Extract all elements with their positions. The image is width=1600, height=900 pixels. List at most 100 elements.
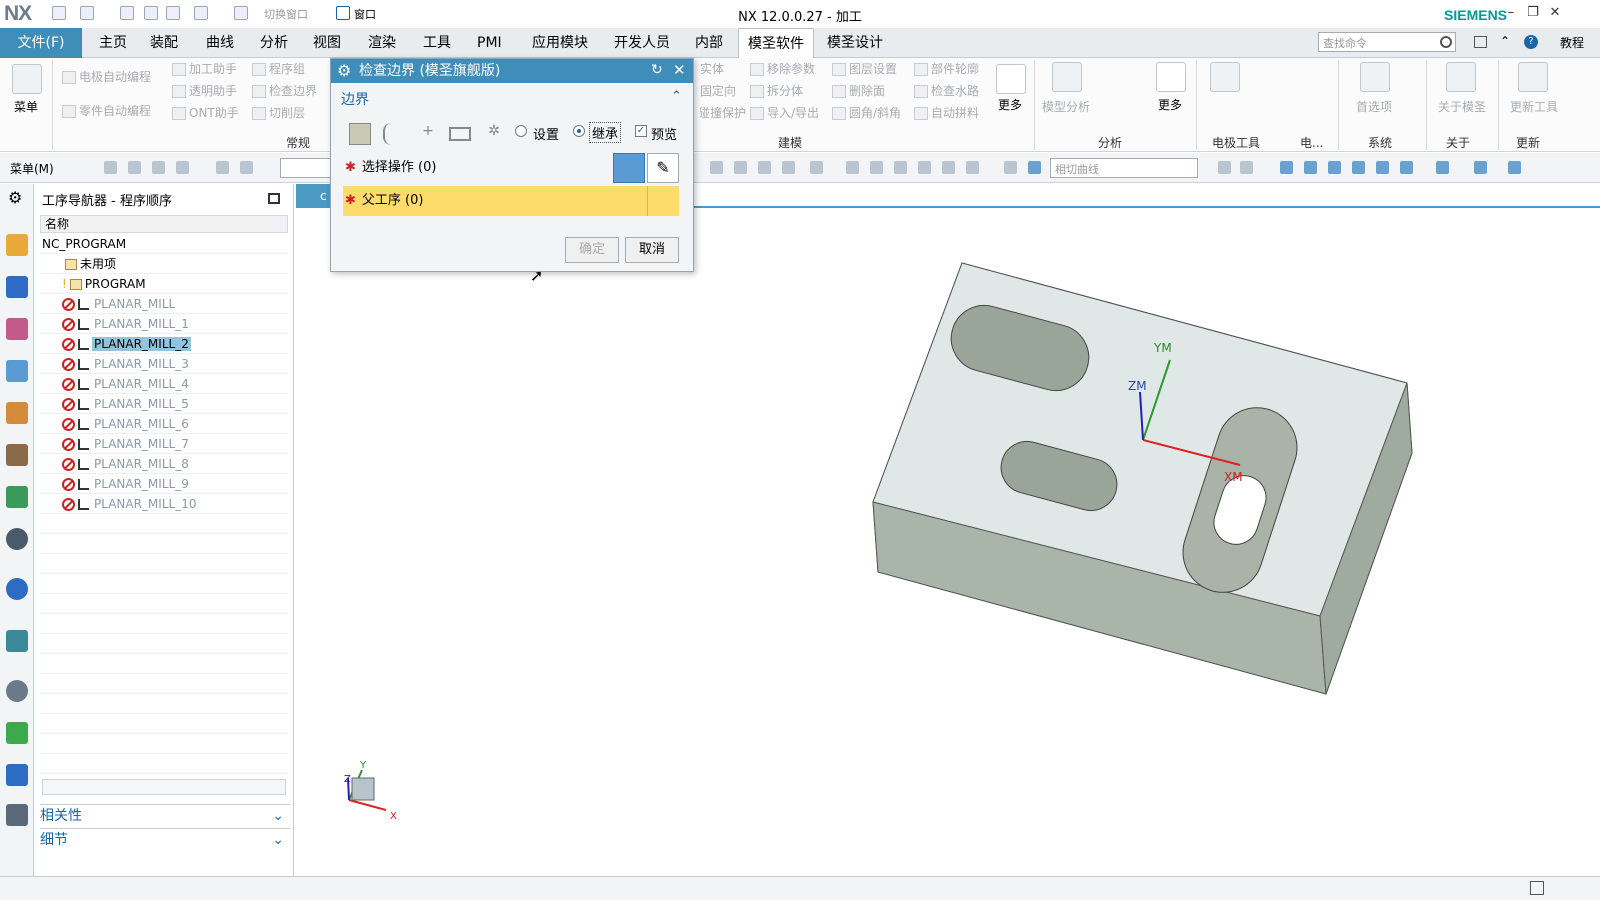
remove-params-button[interactable]: 移除参数: [750, 60, 815, 78]
operation-row[interactable]: PLANAR_MILL_10: [40, 494, 288, 514]
web-browser-icon[interactable]: [6, 630, 28, 652]
horizontal-scrollbar[interactable]: [42, 779, 286, 795]
tab-pmi[interactable]: PMI: [468, 28, 511, 58]
view-icon[interactable]: [1400, 161, 1413, 174]
delete-face-button[interactable]: 删除面: [832, 82, 885, 100]
command-search-input[interactable]: 查找命令: [1318, 32, 1456, 52]
details-panel[interactable]: 细节 ⌄: [40, 828, 290, 850]
update-tool-icon[interactable]: [1518, 62, 1548, 92]
solid-icon[interactable]: [349, 123, 371, 145]
radio-inherit[interactable]: [573, 125, 585, 137]
split-body-button[interactable]: 拆分体: [750, 82, 803, 100]
operation-navigator-icon[interactable]: [6, 360, 28, 382]
process-studio-icon[interactable]: [6, 764, 28, 786]
machine-tool-navigator-icon[interactable]: [6, 402, 28, 424]
check-boundary-button[interactable]: 检查边界: [252, 82, 317, 100]
points-icon[interactable]: +: [417, 123, 439, 145]
operation-row[interactable]: PLANAR_MILL_5: [40, 394, 288, 414]
operation-row[interactable]: PLANAR_MILL_4: [40, 374, 288, 394]
chevron-down-icon[interactable]: ⌄: [272, 805, 284, 827]
transparent-helper-button[interactable]: 透明助手: [172, 82, 237, 100]
update-tool-button[interactable]: 更新工具: [1510, 98, 1558, 115]
reset-icon[interactable]: ↻: [651, 62, 663, 78]
collapse-icon[interactable]: ⌃: [671, 89, 682, 104]
machining-feature-icon[interactable]: [6, 444, 28, 466]
layer-icon[interactable]: [1474, 161, 1487, 174]
close-icon[interactable]: ✕: [673, 61, 686, 79]
select-operation-button[interactable]: [613, 153, 645, 183]
snap-point-icon[interactable]: [846, 161, 859, 174]
cancel-button[interactable]: 取消: [625, 237, 679, 263]
lasso-icon[interactable]: [966, 161, 979, 174]
snap-end-icon[interactable]: [870, 161, 883, 174]
collision-protect-button[interactable]: 碰撞保护: [700, 104, 746, 122]
assembly-navigator-icon[interactable]: [6, 234, 28, 256]
preview-checkbox[interactable]: ✓: [635, 125, 647, 137]
operation-row[interactable]: PLANAR_MILL_8: [40, 454, 288, 474]
restore-icon[interactable]: ❐: [1526, 6, 1540, 20]
ok-button[interactable]: 确定: [565, 237, 619, 263]
preferences-button[interactable]: 首选项: [1356, 98, 1392, 115]
fit-view-icon[interactable]: [1280, 161, 1293, 174]
more-modeling-icon[interactable]: [996, 64, 1026, 94]
sphere-icon[interactable]: [1004, 161, 1017, 174]
solid-button[interactable]: 实体: [700, 60, 724, 78]
snap-center-icon[interactable]: [918, 161, 931, 174]
cut-levels-button[interactable]: 切削层: [252, 104, 305, 122]
operation-row[interactable]: PLANAR_MILL_3: [40, 354, 288, 374]
tab-analysis[interactable]: 分析: [251, 28, 297, 58]
tab-curve[interactable]: 曲线: [197, 28, 243, 58]
ont-helper-button[interactable]: ONT助手: [172, 104, 239, 122]
auto-stock-button[interactable]: 自动拼料: [914, 104, 979, 122]
stop-at-intersection-icon[interactable]: [1218, 161, 1231, 174]
robot-icon[interactable]: [6, 804, 28, 826]
preferences-icon[interactable]: [1360, 62, 1390, 92]
import-export-button[interactable]: 导入/导出: [750, 104, 819, 122]
brush-icon[interactable]: ✎: [647, 153, 679, 183]
tab-developer[interactable]: 开发人员: [605, 28, 679, 58]
minimize-icon[interactable]: –: [1504, 6, 1518, 20]
operation-row[interactable]: PLANAR_MILL_6: [40, 414, 288, 434]
palette-icon[interactable]: [6, 722, 28, 744]
operation-row[interactable]: PLANAR_MILL_2: [40, 334, 288, 354]
snap-quad-icon[interactable]: [942, 161, 955, 174]
point-filter-icon[interactable]: [782, 161, 795, 174]
zoom-icon[interactable]: [1304, 161, 1317, 174]
follow-fillet-icon[interactable]: [1240, 161, 1253, 174]
tab-mosheng-design[interactable]: 模圣设计: [818, 28, 892, 58]
constraint-navigator-icon[interactable]: [6, 276, 28, 298]
tree-node-unused[interactable]: 未用项: [40, 254, 288, 274]
snap-icon-2[interactable]: [240, 161, 253, 174]
gear-icon[interactable]: ⚙: [8, 188, 22, 207]
more-modeling-button[interactable]: 更多: [998, 96, 1022, 113]
file-menu[interactable]: 文件(F): [0, 28, 82, 58]
filter-icon-4[interactable]: [176, 161, 189, 174]
reuse-library-icon[interactable]: [6, 486, 28, 508]
section-boundary[interactable]: 边界: [341, 89, 369, 109]
machining-helper-button[interactable]: 加工助手: [172, 60, 237, 78]
ribbon-options-icon[interactable]: [1474, 36, 1487, 48]
graphics-window[interactable]: YM ZM XM X Y Z: [296, 184, 1600, 876]
relevance-panel[interactable]: 相关性 ⌄: [40, 804, 290, 826]
part-navigator-icon[interactable]: [6, 318, 28, 340]
model-analysis-button[interactable]: 模型分析: [1042, 98, 1090, 115]
operation-row[interactable]: PLANAR_MILL_1: [40, 314, 288, 334]
solid-filter-icon[interactable]: [734, 161, 747, 174]
fillet-chamfer-button[interactable]: 圆角/斜角: [832, 104, 901, 122]
info-icon[interactable]: [6, 578, 28, 600]
check-waterway-button[interactable]: 检查水路: [914, 82, 979, 100]
part-outline-button[interactable]: 部件轮廓: [914, 60, 979, 78]
more-analysis-icon[interactable]: [1156, 62, 1186, 92]
electrode-tool-icon[interactable]: [1210, 62, 1240, 92]
show-hide-icon[interactable]: [1508, 161, 1521, 174]
type-filter-select[interactable]: [280, 158, 332, 178]
select-parent-button[interactable]: [647, 186, 679, 216]
operation-row[interactable]: PLANAR_MILL_9: [40, 474, 288, 494]
about-icon[interactable]: [1446, 62, 1476, 92]
filter-icon-3[interactable]: [152, 161, 165, 174]
tab-view[interactable]: 视图: [304, 28, 350, 58]
tab-internal[interactable]: 内部: [686, 28, 732, 58]
cube-icon[interactable]: [1028, 161, 1041, 174]
part-auto-program-button[interactable]: 零件自动编程: [62, 102, 151, 120]
tab-assembly[interactable]: 装配: [141, 28, 187, 58]
